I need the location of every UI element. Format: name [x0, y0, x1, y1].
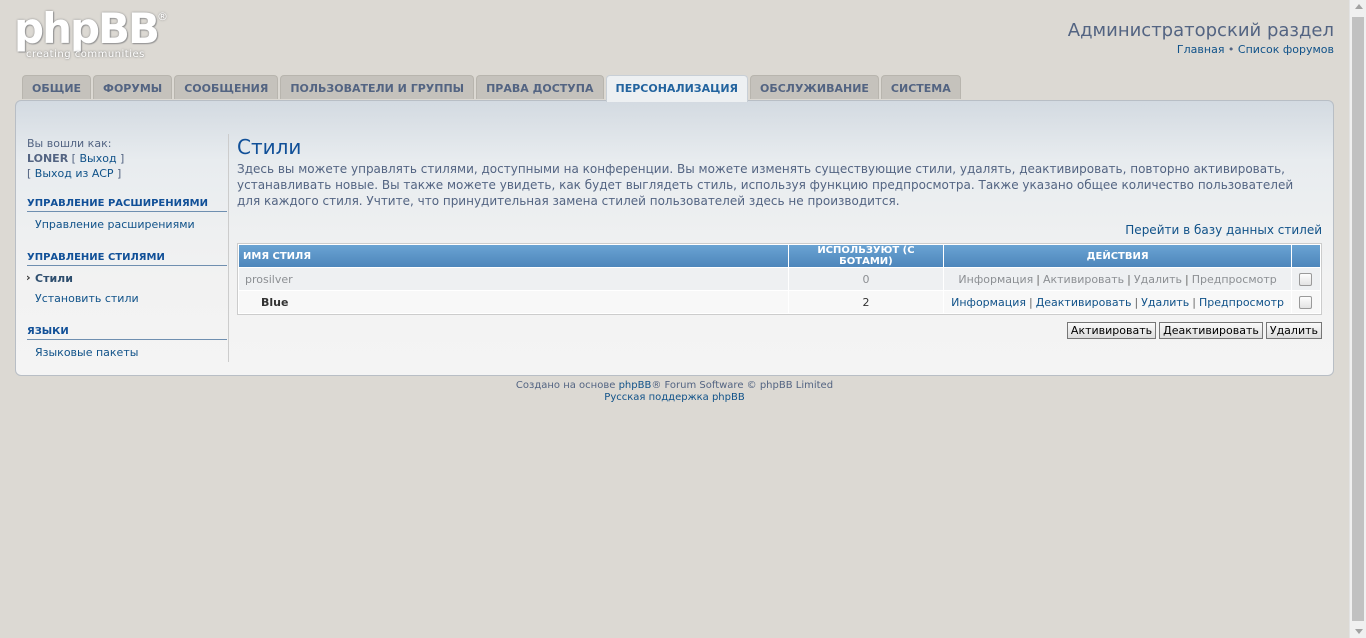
sidebar-item-manage-extensions[interactable]: Управление расширениями: [35, 218, 195, 231]
russian-support-link[interactable]: Русская поддержка phpBB: [604, 392, 744, 403]
scrollbar-thumb[interactable]: [1352, 17, 1364, 621]
style-name: Blue: [239, 291, 788, 313]
username: LONER: [27, 152, 69, 165]
style-actions: Информация | Деактивировать | Удалить | Предпр…: [944, 291, 1291, 313]
delete-link[interactable]: Удалить: [1134, 273, 1182, 286]
sidebar-item-install-styles[interactable]: Установить стили: [35, 292, 139, 305]
main-tabs: ОБЩИЕ ФОРУМЫ СООБЩЕНИЯ ПОЛЬЗОВАТЕЛИ И ГРУПП…: [22, 75, 963, 102]
info-link[interactable]: Информация: [951, 296, 1026, 309]
info-link[interactable]: Информация: [958, 273, 1033, 286]
preview-link[interactable]: Предпросмотр: [1192, 273, 1277, 286]
select-cell: [1291, 291, 1320, 313]
delete-link[interactable]: Удалить: [1141, 296, 1189, 309]
tab-maintenance[interactable]: ОБСЛУЖИВАНИЕ: [750, 75, 879, 99]
style-name: prosilver: [239, 268, 788, 290]
footer-prefix: Создано на основе: [515, 380, 619, 391]
style-users-count: 2: [788, 291, 944, 313]
sidebar-item-styles[interactable]: Стили: [26, 271, 73, 285]
deactivate-button[interactable]: Деактивировать: [1159, 322, 1263, 339]
logo-wordmark: phpBB: [14, 4, 160, 53]
acp-logout-link[interactable]: Выход из ACP: [35, 167, 114, 180]
home-link[interactable]: Главная: [1177, 43, 1225, 56]
select-cell: [1291, 268, 1320, 290]
table-header-row: ИМЯ СТИЛЯ ИСПОЛЬЗУЮТ (С БОТАМИ) ДЕЙСТВИЯ: [239, 245, 1320, 267]
style-actions: Информация | Активировать | Удалить | Предпрос…: [944, 268, 1291, 290]
phpbb-link[interactable]: phpBB: [619, 380, 652, 391]
row-checkbox[interactable]: [1299, 295, 1313, 309]
table-row: prosilver 0 Информация | Активировать | Удал…: [239, 268, 1320, 290]
mass-action-buttons: Активировать Деактивировать Удалить: [1064, 322, 1322, 339]
top-links: Главная • Список форумов: [1177, 43, 1334, 56]
footer-suffix: ® Forum Software © phpBB Limited: [651, 380, 834, 391]
logged-in-label: Вы вошли как:: [27, 137, 112, 150]
styles-table: ИМЯ СТИЛЯ ИСПОЛЬЗУЮТ (С БОТАМИ) ДЕЙСТВИЯ…: [237, 243, 1322, 315]
tab-posting[interactable]: СООБЩЕНИЯ: [174, 75, 279, 99]
forum-index-link[interactable]: Список форумов: [1238, 43, 1334, 56]
logout-link[interactable]: Выход: [79, 152, 116, 165]
activate-button[interactable]: Активировать: [1066, 322, 1157, 339]
deactivate-link[interactable]: Деактивировать: [1036, 296, 1132, 309]
styles-database-link[interactable]: Перейти в базу данных стилей: [1125, 223, 1322, 237]
column-header-actions: ДЕЙСТВИЯ: [944, 245, 1291, 267]
logo-tagline: creating communities: [26, 49, 145, 60]
row-checkbox[interactable]: [1299, 272, 1313, 286]
tab-permissions[interactable]: ПРАВА ДОСТУПА: [476, 75, 604, 99]
logo-registered-mark: ®: [157, 10, 168, 23]
tab-general[interactable]: ОБЩИЕ: [22, 75, 92, 99]
phpbb-logo[interactable]: phpBB ® creating communities: [14, 4, 174, 64]
site-title: Администраторский раздел: [1067, 20, 1334, 41]
sidebar-section-extensions: УПРАВЛЕНИЕ РАСШИРЕНИЯМИ: [27, 198, 227, 212]
main-content: Стили Здесь вы можете управлять стилями,…: [237, 134, 1322, 339]
column-header-users: ИСПОЛЬЗУЮТ (С БОТАМИ): [788, 245, 944, 267]
page-title: Стили: [237, 135, 302, 159]
sidebar-menu: Вы вошли как: LONER [ Выход ] [ Выход из…: [26, 134, 229, 362]
tab-users-groups[interactable]: ПОЛЬЗОВАТЕЛИ И ГРУППЫ: [280, 75, 475, 99]
delete-button[interactable]: Удалить: [1265, 322, 1322, 339]
preview-link[interactable]: Предпросмотр: [1199, 296, 1284, 309]
activate-link[interactable]: Активировать: [1043, 273, 1124, 286]
sidebar-section-styles: УПРАВЛЕНИЕ СТИЛЯМИ: [27, 252, 227, 266]
scroll-down-arrow-icon[interactable]: [1355, 629, 1363, 634]
sidebar-section-languages: ЯЗЫКИ: [27, 326, 227, 340]
scroll-up-arrow-icon[interactable]: [1355, 4, 1363, 9]
tab-customise[interactable]: ПЕРСОНАЛИЗАЦИЯ: [605, 75, 748, 102]
tab-forums[interactable]: ФОРУМЫ: [93, 75, 173, 99]
column-header-name: ИМЯ СТИЛЯ: [239, 245, 788, 267]
footer: Создано на основе phpBB® Forum Software …: [0, 380, 1349, 404]
table-row: Blue 2 Информация | Деактивировать | Удалить…: [239, 291, 1320, 313]
column-header-select: [1291, 245, 1320, 267]
style-users-count: 0: [788, 268, 944, 290]
login-info: Вы вошли как: LONER [ Выход ] [ Выход из…: [27, 137, 125, 180]
page-description: Здесь вы можете управлять стилями, досту…: [237, 162, 1294, 208]
tab-system[interactable]: СИСТЕМА: [880, 75, 961, 99]
link-separator: •: [1224, 43, 1238, 56]
page-scrollbar[interactable]: [1349, 0, 1366, 638]
sidebar-item-language-packs[interactable]: Языковые пакеты: [35, 346, 138, 359]
